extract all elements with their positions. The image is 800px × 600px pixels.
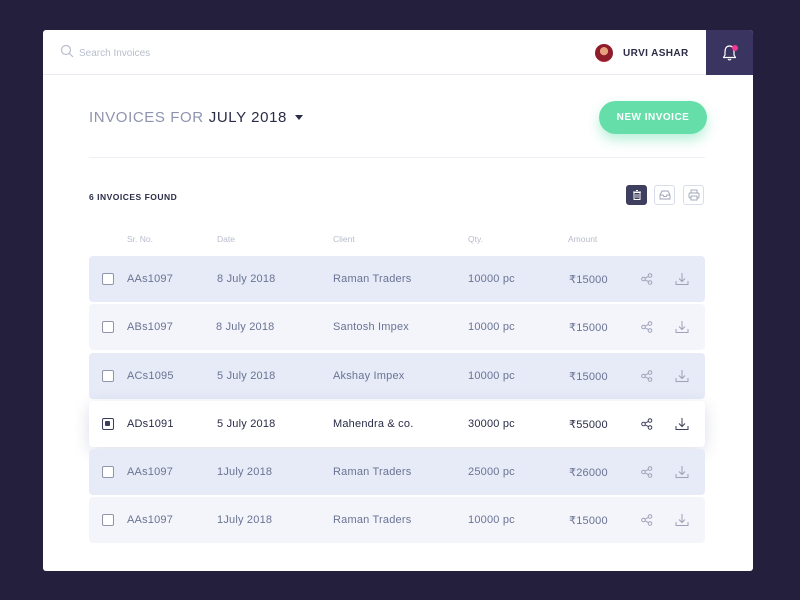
download-icon[interactable] [674,464,690,480]
table-row[interactable]: AAs1097 8 July 2018 Raman Traders 10000 … [89,256,705,302]
cell-sr-no: AAs1097 [127,273,174,285]
download-icon[interactable] [674,271,690,287]
cell-amount: ₹55000 [569,419,608,431]
column-header-qty: Qty. [468,234,483,244]
table-row-selected[interactable]: ADs1091 5 July 2018 Mahendra & co. 30000… [89,401,705,447]
user-menu[interactable]: URVI ASHAR [595,43,689,63]
download-icon[interactable] [674,416,690,432]
column-header-client: Client [333,234,355,244]
cell-amount: ₹15000 [569,371,608,383]
cell-date: 1July 2018 [217,466,273,478]
inbox-icon [659,190,671,200]
cell-sr-no: AAs1097 [127,466,174,478]
divider [89,157,705,158]
avatar[interactable] [595,44,613,62]
row-checkbox[interactable] [102,273,114,285]
share-icon[interactable] [639,271,655,287]
delete-button[interactable] [626,185,647,205]
invoice-card: URVI ASHAR INVOICES FOR JULY 2018 NEW IN… [43,30,753,571]
row-checkbox[interactable] [102,418,114,430]
cell-client: Santosh Impex [333,321,409,333]
table-row[interactable]: AAs1097 1July 2018 Raman Traders 25000 p… [89,449,705,495]
cell-client: Mahendra & co. [333,418,414,430]
cell-amount: ₹15000 [569,515,608,527]
cell-qty: 10000 pc [468,514,515,526]
cell-amount: ₹15000 [569,322,608,334]
column-header-date: Date [217,234,235,244]
cell-qty: 30000 pc [468,418,515,430]
notification-dot [732,45,738,51]
share-icon[interactable] [639,368,655,384]
cell-date: 5 July 2018 [217,370,276,382]
cell-sr-no: ACs1095 [127,370,174,382]
share-icon[interactable] [639,512,655,528]
row-checkbox[interactable] [102,370,114,382]
cell-amount: ₹26000 [569,467,608,479]
download-icon[interactable] [674,512,690,528]
invoices-found-count: 6 INVOICES FOUND [89,192,178,202]
search-icon[interactable] [60,44,74,58]
chevron-down-icon[interactable] [294,115,303,120]
row-checkbox[interactable] [102,514,114,526]
row-checkbox[interactable] [102,321,114,333]
share-icon[interactable] [639,416,655,432]
cell-client: Akshay Impex [333,370,405,382]
table-row[interactable]: AAs1097 1July 2018 Raman Traders 10000 p… [89,497,705,543]
printer-icon [688,189,700,201]
cell-amount: ₹15000 [569,274,608,286]
trash-icon [633,190,641,200]
cell-sr-no: ADs1091 [127,418,174,430]
share-icon[interactable] [639,319,655,335]
new-invoice-button[interactable]: NEW INVOICE [599,101,707,134]
cell-date: 8 July 2018 [217,273,276,285]
download-icon[interactable] [674,319,690,335]
cell-client: Raman Traders [333,273,412,285]
top-bar: URVI ASHAR [43,30,753,75]
download-icon[interactable] [674,368,690,384]
title-prefix: INVOICES FOR [89,109,204,126]
notifications-button[interactable] [706,30,753,75]
cell-date: 8 July 2018 [216,321,275,333]
table-row[interactable]: ABs1097 8 July 2018 Santosh Impex 10000 … [89,304,705,350]
cell-client: Raman Traders [333,514,412,526]
column-header-amount: Amount [568,234,598,244]
cell-client: Raman Traders [333,466,412,478]
cell-sr-no: AAs1097 [127,514,174,526]
cell-qty: 10000 pc [468,273,515,285]
cell-qty: 25000 pc [468,466,515,478]
column-header-sr-no: Sr. No. [127,234,153,244]
archive-button[interactable] [654,185,675,205]
cell-sr-no: ABs1097 [127,321,174,333]
user-name: URVI ASHAR [623,47,689,59]
row-checkbox[interactable] [102,466,114,478]
month-selector[interactable]: JULY 2018 [209,109,287,126]
cell-qty: 10000 pc [468,321,515,333]
cell-date: 1July 2018 [217,514,273,526]
cell-qty: 10000 pc [468,370,515,382]
cell-date: 5 July 2018 [217,418,276,430]
page-title: INVOICES FOR JULY 2018 [89,109,303,126]
search-input[interactable] [79,43,379,63]
share-icon[interactable] [639,464,655,480]
print-button[interactable] [683,185,704,205]
table-row[interactable]: ACs1095 5 July 2018 Akshay Impex 10000 p… [89,353,705,399]
